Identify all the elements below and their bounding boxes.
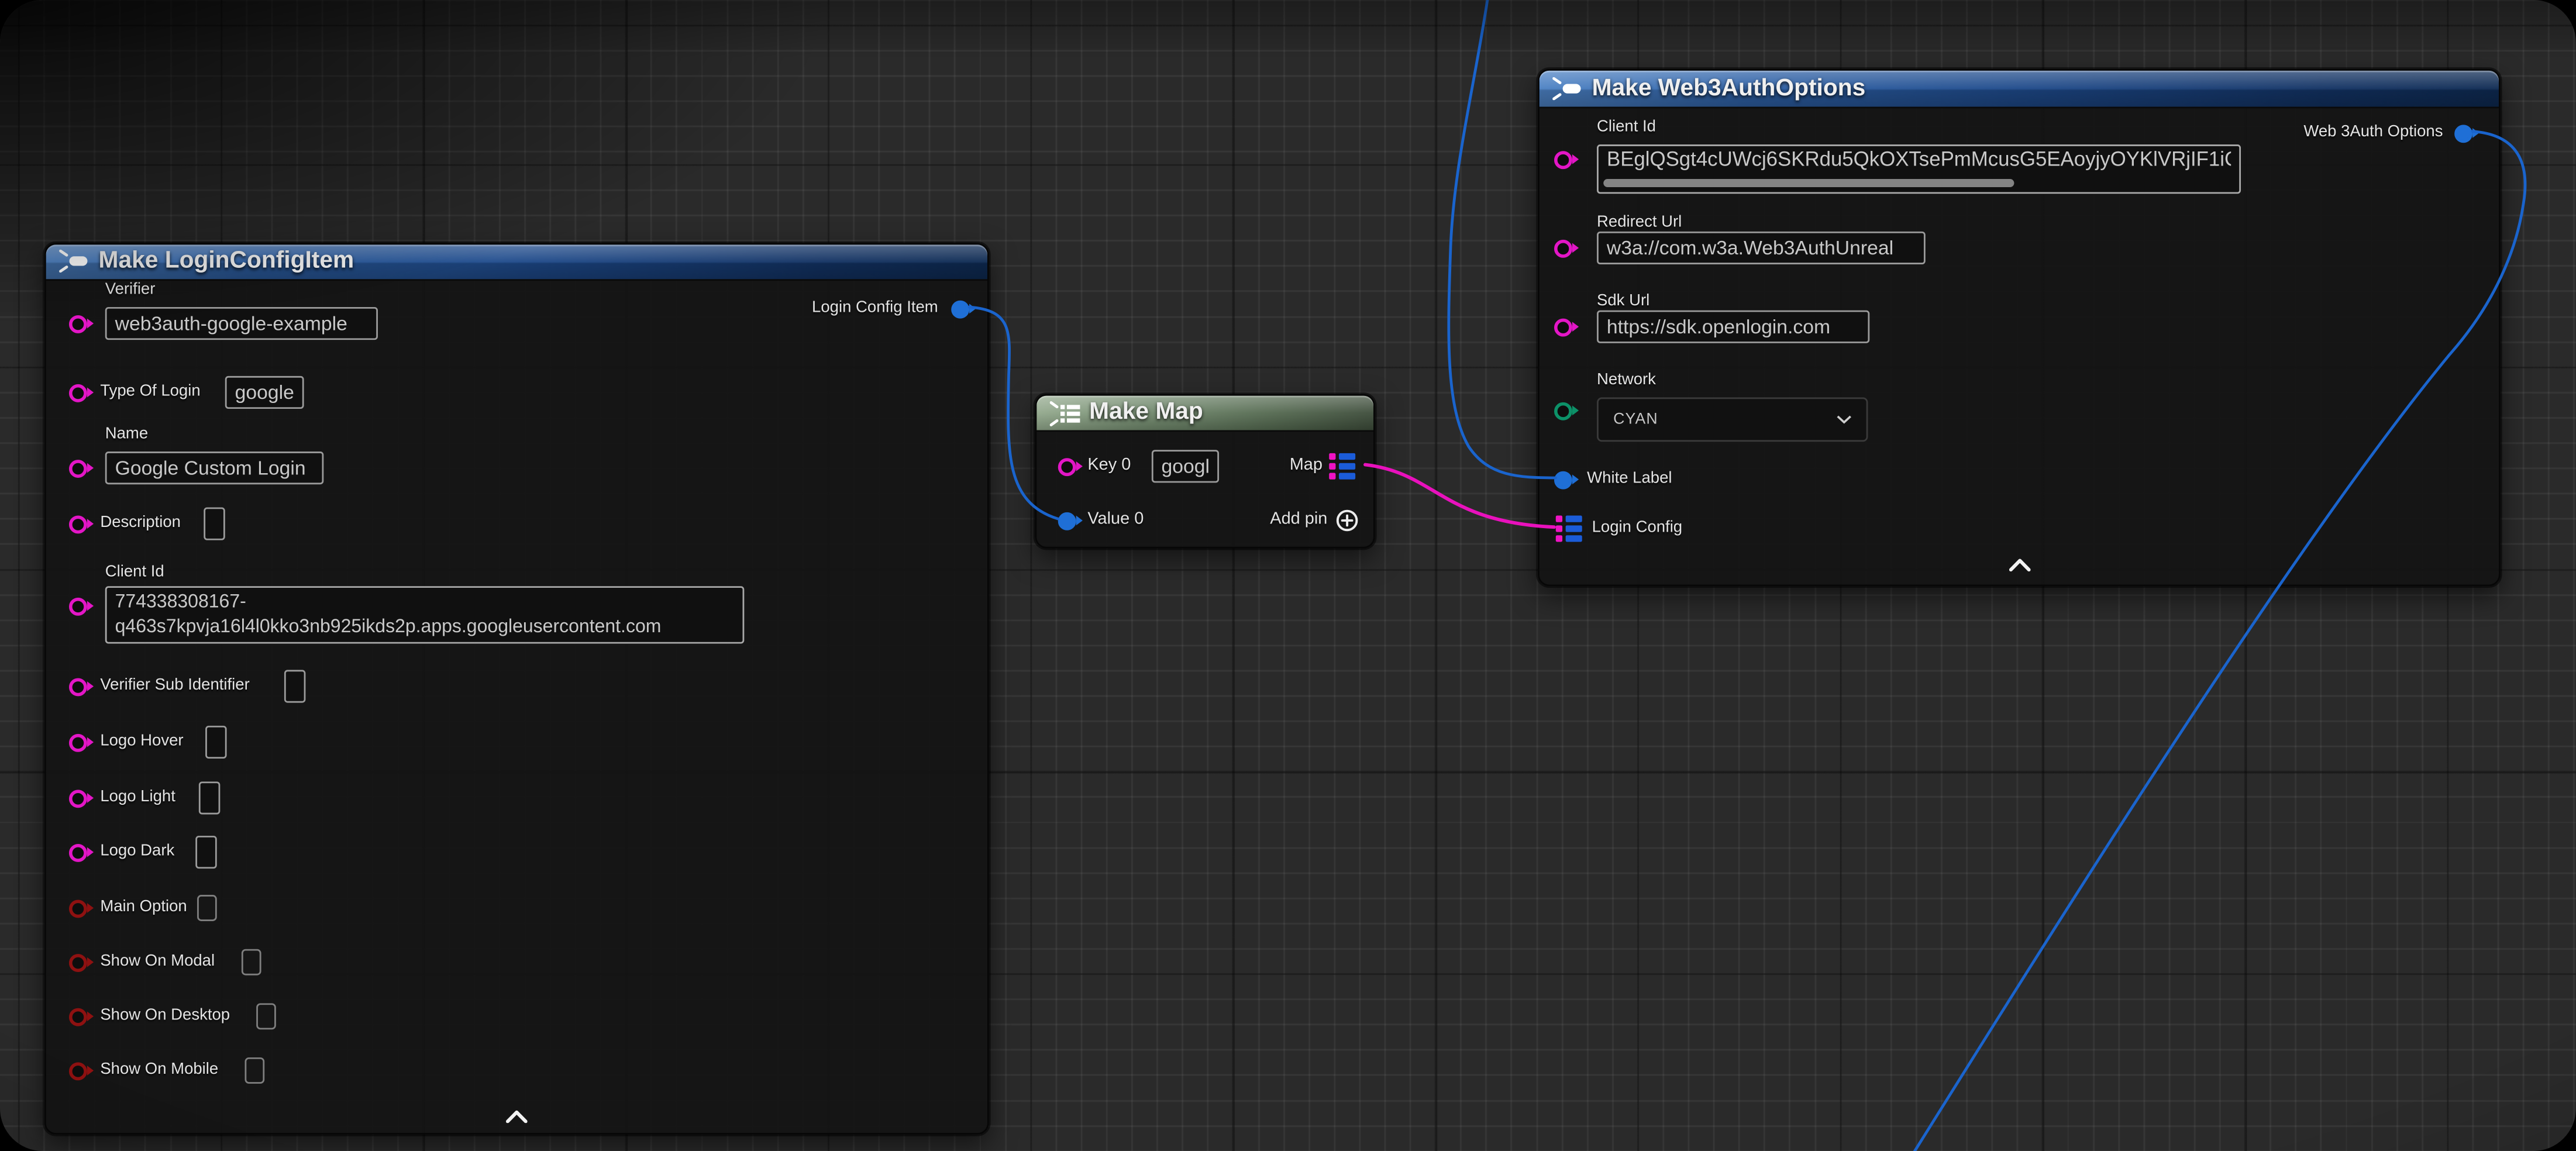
pin-label-verifier: Verifier bbox=[105, 281, 156, 301]
pin-type-of-login[interactable] bbox=[68, 384, 87, 402]
pin-client-id[interactable] bbox=[68, 597, 87, 615]
pin-label-client-id: Client Id bbox=[105, 563, 164, 583]
node-header[interactable]: Make LoginConfigItem bbox=[46, 244, 987, 281]
pin-logo-dark[interactable] bbox=[68, 843, 87, 861]
sdk-url-field[interactable] bbox=[1597, 311, 1869, 343]
output-pin-label: Web 3Auth Options bbox=[2303, 123, 2443, 143]
redirect-url-field[interactable] bbox=[1597, 232, 1926, 264]
node-header[interactable]: Make Web3AuthOptions bbox=[1540, 71, 2499, 109]
node-title: Make Web3AuthOptions bbox=[1592, 71, 1866, 107]
output-pin-label: Login Config Item bbox=[812, 299, 938, 319]
pin-label-name: Name bbox=[105, 425, 148, 445]
pin-label-redirect-url: Redirect Url bbox=[1597, 213, 1682, 233]
add-pin-label[interactable]: Add pin bbox=[1270, 511, 1327, 530]
pin-label-logo-dark: Logo Dark bbox=[100, 842, 174, 862]
pin-show-on-desktop[interactable] bbox=[68, 1007, 87, 1025]
verifier-field[interactable] bbox=[105, 307, 378, 340]
show-on-desktop-checkbox[interactable] bbox=[256, 1003, 276, 1029]
wire-map-to-login-config[interactable] bbox=[1365, 464, 1554, 527]
pin-value-0[interactable] bbox=[1057, 512, 1075, 530]
logo-hover-field[interactable] bbox=[205, 726, 227, 759]
network-selected-value: CYAN bbox=[1613, 411, 1658, 429]
pin-key-0[interactable] bbox=[1057, 457, 1075, 475]
chevron-down-icon bbox=[1837, 415, 1851, 423]
node-title: Make LoginConfigItem bbox=[99, 244, 354, 279]
pin-main-option[interactable] bbox=[68, 899, 87, 917]
pin-description[interactable] bbox=[68, 515, 87, 533]
collapse-node-button[interactable] bbox=[2009, 550, 2031, 580]
type-of-login-field[interactable] bbox=[225, 376, 304, 409]
pin-map-output[interactable] bbox=[1329, 453, 1357, 480]
pin-show-on-modal[interactable] bbox=[68, 953, 87, 971]
node-make-map[interactable]: Make Map Key 0 Map Value 0 Add pin bbox=[1035, 394, 1375, 549]
pin-label-main-option: Main Option bbox=[100, 898, 187, 918]
pin-show-on-mobile[interactable] bbox=[68, 1062, 87, 1080]
pin-login-config-item-output[interactable] bbox=[951, 299, 969, 318]
network-dropdown[interactable]: CYAN bbox=[1597, 397, 1868, 442]
key-0-field[interactable] bbox=[1152, 450, 1219, 483]
verifier-sub-identifier-field[interactable] bbox=[284, 670, 306, 702]
pin-redirect-url[interactable] bbox=[1554, 239, 1572, 257]
blueprint-graph-canvas[interactable]: Make LoginConfigItem Login Config Item V… bbox=[0, 0, 2576, 1151]
pin-verifier[interactable] bbox=[68, 315, 87, 333]
pin-label-description: Description bbox=[100, 514, 181, 534]
pin-web3auth-options-output[interactable] bbox=[2454, 124, 2472, 142]
pin-label-key-0: Key 0 bbox=[1087, 456, 1131, 476]
client-id-scrollbar[interactable] bbox=[1603, 179, 2014, 187]
logo-dark-field[interactable] bbox=[195, 836, 217, 869]
make-struct-icon bbox=[1552, 77, 1585, 108]
make-map-icon bbox=[1050, 400, 1084, 435]
pin-label-login-config: Login Config bbox=[1592, 519, 1683, 539]
pin-label-value-0: Value 0 bbox=[1087, 511, 1144, 530]
pin-white-label[interactable] bbox=[1554, 470, 1572, 488]
pin-login-config[interactable] bbox=[1556, 516, 1584, 542]
pin-label-logo-hover: Logo Hover bbox=[100, 732, 183, 752]
node-header[interactable]: Make Map bbox=[1036, 396, 1373, 432]
pin-name[interactable] bbox=[68, 459, 87, 477]
pin-label-network: Network bbox=[1597, 371, 1656, 391]
name-field[interactable] bbox=[105, 452, 324, 484]
add-pin-button[interactable] bbox=[1335, 509, 1358, 540]
pin-label-show-on-mobile: Show On Mobile bbox=[100, 1061, 218, 1081]
pin-network[interactable] bbox=[1554, 401, 1572, 419]
pin-label-type-of-login: Type Of Login bbox=[100, 382, 200, 402]
pin-label-show-on-modal: Show On Modal bbox=[100, 952, 215, 972]
collapse-node-button[interactable] bbox=[506, 1102, 528, 1132]
pin-label-verifier-sub-identifier: Verifier Sub Identifier bbox=[100, 677, 249, 697]
blueprint-editor-viewport: Make LoginConfigItem Login Config Item V… bbox=[0, 0, 2576, 1151]
output-pin-label: Map bbox=[1290, 456, 1323, 476]
client-id-field[interactable]: 774338308167-q463s7kpvja16l4l0kko3nb925i… bbox=[105, 586, 745, 643]
logo-light-field[interactable] bbox=[199, 781, 221, 814]
show-on-mobile-checkbox[interactable] bbox=[244, 1057, 264, 1084]
pin-verifier-sub-identifier[interactable] bbox=[68, 677, 87, 695]
node-title: Make Map bbox=[1089, 396, 1203, 430]
pin-label-client-id: Client Id bbox=[1597, 118, 1656, 138]
pin-logo-light[interactable] bbox=[68, 789, 87, 807]
main-option-checkbox[interactable] bbox=[197, 895, 217, 921]
pin-sdk-url[interactable] bbox=[1554, 318, 1572, 336]
node-make-web3auth-options[interactable]: Make Web3AuthOptions Web 3Auth Options C… bbox=[1538, 69, 2501, 586]
node-make-login-config-item[interactable]: Make LoginConfigItem Login Config Item V… bbox=[44, 243, 989, 1134]
show-on-modal-checkbox[interactable] bbox=[242, 949, 261, 976]
pin-logo-hover[interactable] bbox=[68, 733, 87, 752]
pin-label-logo-light: Logo Light bbox=[100, 788, 175, 808]
description-field[interactable] bbox=[204, 507, 225, 540]
pin-label-white-label: White Label bbox=[1587, 470, 1672, 490]
pin-client-id[interactable] bbox=[1554, 150, 1572, 168]
pin-label-show-on-desktop: Show On Desktop bbox=[100, 1007, 230, 1026]
pin-label-sdk-url: Sdk Url bbox=[1597, 292, 1649, 312]
make-struct-icon bbox=[59, 250, 92, 281]
